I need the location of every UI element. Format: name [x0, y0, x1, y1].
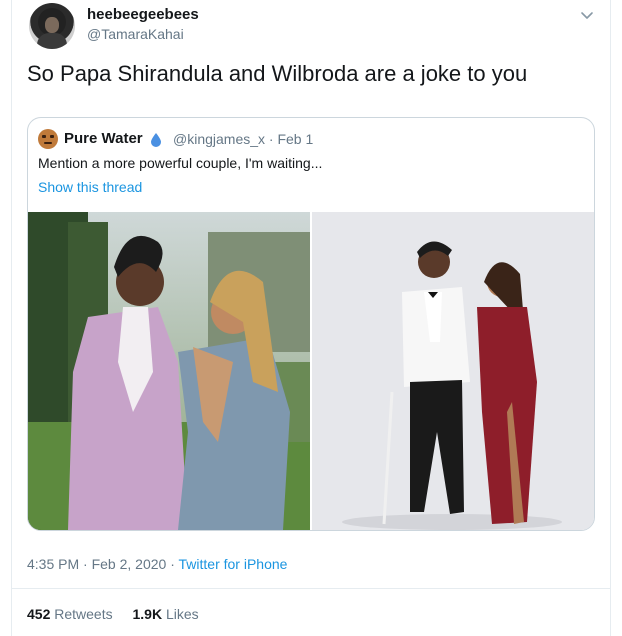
quoted-avatar — [38, 129, 58, 149]
quoted-display-name: Pure Water — [64, 130, 143, 147]
likes-stat[interactable]: 1.9K Likes — [133, 606, 199, 622]
author-avatar[interactable] — [29, 3, 75, 49]
retweets-count: 452 — [27, 606, 51, 622]
tweet-text: So Papa Shirandula and Wilbroda are a jo… — [27, 61, 528, 86]
retweets-label: Retweets — [54, 606, 113, 622]
tweet-stats: 452 Retweets 1.9K Likes — [27, 606, 215, 622]
quoted-tweet[interactable]: Pure Water @kingjames_x · Feb 1 Mention … — [27, 117, 595, 531]
chevron-down-icon[interactable] — [579, 7, 595, 23]
author-display-name[interactable]: heebeegeebees — [87, 6, 199, 23]
retweets-stat[interactable]: 452 Retweets — [27, 606, 113, 622]
likes-count: 1.9K — [132, 606, 163, 622]
tweet-meta: 4:35 PM · Feb 2, 2020 · Twitter for iPho… — [27, 556, 287, 572]
quoted-photos — [28, 212, 594, 530]
tweet-source-link[interactable]: Twitter for iPhone — [179, 556, 288, 572]
tweet-timestamp[interactable]: 4:35 PM · Feb 2, 2020 · — [27, 556, 179, 572]
quoted-text: Mention a more powerful couple, I'm wait… — [38, 155, 323, 171]
divider — [11, 588, 610, 589]
likes-label: Likes — [165, 606, 199, 622]
show-thread-link[interactable]: Show this thread — [38, 179, 142, 195]
couple-photo-garden[interactable] — [28, 212, 310, 530]
author-handle[interactable]: @TamaraKahai — [87, 26, 184, 42]
quoted-handle-date: @kingjames_x · Feb 1 — [173, 131, 314, 147]
water-drop-icon — [151, 133, 161, 147]
couple-photo-studio[interactable] — [312, 212, 594, 530]
